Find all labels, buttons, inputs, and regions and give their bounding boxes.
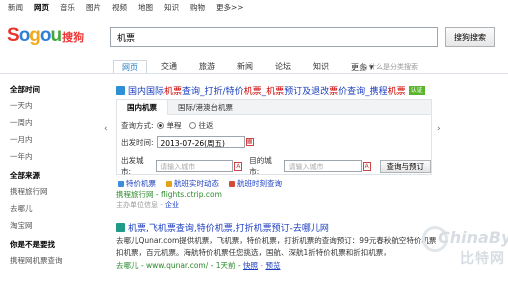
suggestion-item[interactable]: 携程网机票查询	[10, 255, 95, 266]
depart-city-input[interactable]: 请输入城市	[156, 160, 234, 172]
city-picker-icon[interactable]: A	[362, 161, 371, 171]
category-help-link[interactable]: ? 什么是分类搜索	[360, 62, 418, 72]
suggestion-header: 你是不是要找	[10, 240, 55, 249]
preview-link[interactable]: 预览	[265, 261, 280, 270]
tab-domestic-flights[interactable]: 国内机票	[117, 100, 168, 115]
result2-desc-line2: 扣机票，百元机票。海航特价机票任您挑选，国航、深航1折特价机票和折扣机票，	[116, 248, 391, 257]
city-row: 出发城市: 请输入城市 A 目的城市: 请输入城市 A 查询与预订	[121, 155, 432, 177]
logo-latin: Sogou	[7, 25, 62, 46]
help-icon: ?	[360, 63, 367, 71]
result2-url: 去哪儿 - www.qunar.com/ - 1天前 - 快照 - 预览	[116, 261, 281, 270]
time-filter-item[interactable]: 一年内	[10, 151, 95, 162]
depart-time-row: 出发时间: 2013-07-26(周五) ▦	[121, 136, 254, 148]
city-picker-icon[interactable]: A	[234, 161, 243, 171]
flight-search-card: 国内机票 国际/港澳台机票 查询方式: 单程 往返 出发时间: 2013-07-…	[116, 99, 432, 177]
dest-city-input[interactable]: 请输入城市	[284, 160, 362, 172]
result1-title[interactable]: 国内国际机票查询_打折/特价机票_机票预订及退改票价查询_携程机票 认证	[116, 84, 425, 97]
calendar-icon[interactable]: ▦	[245, 138, 254, 146]
result1-title-text: 国内国际机票查询_打折/特价机票_机票预订及退改票价查询_携程机票	[128, 87, 406, 97]
chevron-left-icon[interactable]: ‹	[104, 124, 108, 134]
sublink-flight-status[interactable]: 航班实时动态	[166, 178, 219, 189]
suggestion-group: 你是不是要找 携程网机票查询	[10, 239, 95, 266]
time-filter-group: 全部时间 一天内 一周内 一月内 一年内	[10, 84, 95, 162]
tab-transport[interactable]: 交通	[153, 60, 185, 74]
one-way-radio[interactable]	[156, 122, 164, 129]
time-filter-item[interactable]: 一天内	[10, 100, 95, 111]
site-icon	[116, 86, 125, 95]
tab-forum[interactable]: 论坛	[267, 60, 299, 74]
watermark-latin: ChinaByte	[438, 228, 508, 247]
topnav-shopping[interactable]: 购物	[190, 2, 205, 13]
depart-time-label: 出发时间:	[121, 137, 154, 147]
vertical-tabs: 网页 交通 旅游 新闻 论坛 知识 更多 ▼	[113, 60, 388, 74]
result1-site[interactable]: 携程旅行网 - flights.ctrip.com	[116, 189, 222, 200]
result1-meta: 主办单位信息 - 企业	[116, 201, 179, 209]
one-way-label[interactable]: 单程	[167, 120, 182, 131]
snapshot-link[interactable]: 快照	[243, 261, 258, 270]
source-filter-header[interactable]: 全部来源	[10, 170, 95, 181]
sublink-schedule[interactable]: 航班时刻查询	[229, 178, 282, 189]
result2-description: 去哪儿Qunar.com提供机票，飞机票，特价机票，打折机票的查询预订：99元春…	[116, 235, 442, 259]
topnav-music[interactable]: 音乐	[60, 2, 75, 13]
plane-icon	[118, 180, 124, 187]
round-trip-label[interactable]: 往返	[199, 120, 214, 131]
topnav-more[interactable]: 更多>>	[216, 2, 244, 13]
filter-sidebar: 全部时间 一天内 一周内 一月内 一年内 全部来源 携程旅行网 去哪儿 淘宝网 …	[10, 84, 95, 274]
result2-title-text: 机票,飞机票查询,特价机票,打折机票预订-去哪儿网	[128, 224, 329, 234]
depart-date-input[interactable]: 2013-07-26(周五)	[156, 136, 245, 148]
category-help-label: 什么是分类搜索	[369, 63, 418, 71]
topnav-images[interactable]: 图片	[86, 2, 101, 13]
time-filter-item[interactable]: 一周内	[10, 117, 95, 128]
status-icon	[166, 180, 172, 187]
source-filter-item[interactable]: 携程旅行网	[10, 186, 95, 197]
result1-sublinks: 特价机票 航班实时动态 航班时刻查询	[118, 178, 282, 189]
result2-desc-line1: 去哪儿Qunar.com提供机票，飞机票，特价机票，打折机票的查询预订：99元春…	[116, 236, 437, 245]
sublink-special-fares[interactable]: 特价机票	[118, 178, 156, 189]
trip-type-row: 查询方式: 单程 往返	[121, 120, 214, 131]
source-filter-item[interactable]: 去哪儿	[10, 203, 95, 214]
round-trip-radio[interactable]	[188, 122, 196, 129]
search-input[interactable]: 机票	[110, 27, 438, 47]
tab-news[interactable]: 新闻	[229, 60, 261, 74]
topnav-video[interactable]: 视频	[112, 2, 127, 13]
header-divider	[0, 73, 508, 74]
source-filter-group: 全部来源 携程旅行网 去哪儿 淘宝网	[10, 170, 95, 231]
enterprise-link[interactable]: 企业	[165, 201, 179, 209]
search-button[interactable]: 搜狗搜索	[445, 27, 495, 47]
schedule-icon	[229, 180, 235, 187]
sogou-logo[interactable]: Sogou 搜狗	[7, 25, 85, 47]
chinabyte-watermark: ChinaByte 比特网	[420, 224, 508, 268]
tab-knowledge[interactable]: 知识	[305, 60, 337, 74]
site-icon	[116, 223, 125, 232]
depart-city-label: 出发城市:	[121, 156, 144, 176]
query-book-button[interactable]: 查询与预订	[379, 159, 432, 173]
tab-travel[interactable]: 旅游	[191, 60, 223, 74]
time-filter-item[interactable]: 一月内	[10, 134, 95, 145]
verified-badge[interactable]: 认证	[408, 86, 425, 95]
watermark-chinese: 比特网	[460, 251, 505, 267]
trip-type-label: 查询方式:	[121, 121, 154, 130]
tab-web[interactable]: 网页	[113, 60, 147, 74]
topnav-web[interactable]: 网页	[34, 2, 49, 13]
topnav-news[interactable]: 新闻	[8, 2, 23, 13]
tab-international-flights[interactable]: 国际/港澳台机票	[168, 100, 243, 114]
topnav-knowledge[interactable]: 知识	[164, 2, 179, 13]
time-filter-header[interactable]: 全部时间	[10, 84, 95, 95]
top-nav: 新闻 网页 音乐 图片 视频 地图 知识 购物 更多>>	[8, 2, 244, 13]
flight-card-tabs: 国内机票 国际/港澳台机票	[117, 100, 431, 115]
topnav-map[interactable]: 地图	[138, 2, 153, 13]
chevron-right-icon[interactable]: ›	[437, 124, 441, 134]
dest-city-label: 目的城市:	[249, 156, 272, 176]
source-filter-item[interactable]: 淘宝网	[10, 220, 95, 231]
logo-chinese: 搜狗	[62, 31, 85, 44]
result2-title[interactable]: 机票,飞机票查询,特价机票,打折机票预订-去哪儿网	[116, 221, 329, 234]
